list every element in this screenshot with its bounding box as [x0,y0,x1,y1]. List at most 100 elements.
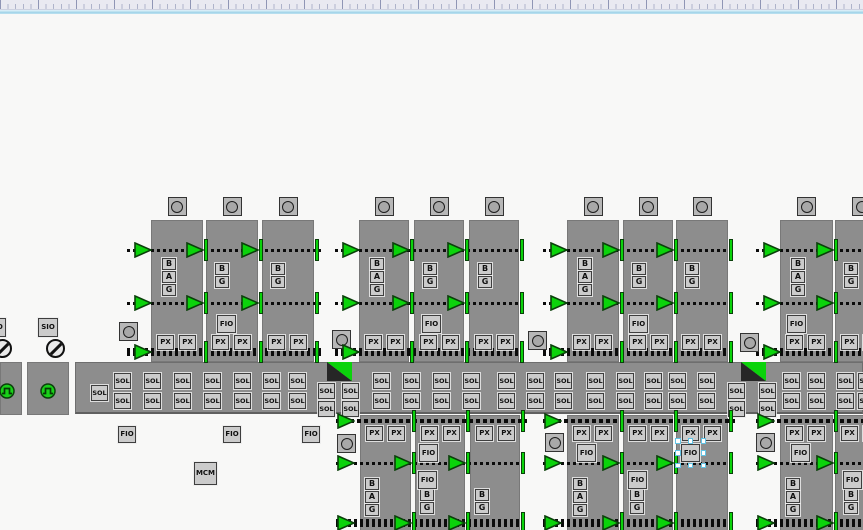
selection-handle[interactable] [701,463,707,469]
bag-letter-box[interactable]: G [573,504,587,516]
fio-box[interactable]: FIO [419,444,438,462]
sol-box[interactable]: SOL [837,373,854,389]
bag-letter-box[interactable]: B [423,263,437,275]
bag-letter-box[interactable]: B [475,489,489,501]
bag-letter-box[interactable]: B [271,263,285,275]
pulse-circle-icon[interactable] [40,383,56,399]
px-box[interactable]: PX [420,335,437,350]
bag-letter-box[interactable]: A [578,271,592,283]
sol-box[interactable]: SOL [234,373,251,389]
bag-letter-box[interactable]: A [573,491,587,503]
px-box[interactable]: PX [573,335,590,350]
selection-handle[interactable] [688,438,694,444]
px-box[interactable]: PX [366,426,383,441]
sol-box[interactable]: SOL [114,393,131,409]
px-box[interactable]: PX [808,426,825,441]
bag-letter-box[interactable]: B [632,263,646,275]
px-box[interactable]: PX [595,426,612,441]
sol-box[interactable]: SOL [698,373,715,389]
selection-handle[interactable] [688,463,694,469]
sol-box[interactable]: SOL [783,373,800,389]
motor-circle-icon[interactable] [223,197,242,216]
bag-letter-box[interactable]: G [365,504,379,516]
diverter-flap-icon[interactable] [327,362,352,381]
sol-box[interactable]: SOL [463,393,480,409]
bag-letter-box[interactable]: B [370,258,384,270]
px-box[interactable]: PX [841,335,858,350]
sol-box[interactable]: SOL [858,393,863,409]
sol-box[interactable]: SOL [144,393,161,409]
bag-letter-box[interactable]: B [786,478,800,490]
px-box[interactable]: PX [476,426,493,441]
sol-box[interactable]: SOL [234,393,251,409]
station-circle-icon[interactable] [545,433,564,452]
bag-letter-box[interactable]: G [844,502,858,514]
sol-box[interactable]: SOL [587,393,604,409]
sol-box[interactable]: SOL [669,393,686,409]
sol-box[interactable]: SOL [645,373,662,389]
px-box[interactable]: PX [268,335,285,350]
px-box[interactable]: PX [387,335,404,350]
px-box[interactable]: PX [421,426,438,441]
mcm-box[interactable]: MCM [194,462,217,485]
sol-box[interactable]: SOL [617,393,634,409]
bag-letter-box[interactable]: G [162,284,176,296]
px-box[interactable]: PX [365,335,382,350]
sol-box[interactable]: SOL [617,373,634,389]
sol-box[interactable]: SOL [587,373,604,389]
fio-box[interactable]: FIO [302,426,320,443]
sol-box[interactable]: SOL [289,373,306,389]
px-box[interactable]: PX [498,426,515,441]
px-box[interactable]: PX [497,335,514,350]
sio-box[interactable]: SIO [38,318,58,337]
no-entry-icon[interactable] [0,339,12,358]
bag-letter-box[interactable]: B [844,263,858,275]
motor-circle-icon[interactable] [168,197,187,216]
fio-box[interactable]: FIO [118,426,136,443]
bag-letter-box[interactable]: G [420,502,434,514]
sol-box[interactable]: SOL [858,373,863,389]
px-box[interactable]: PX [179,335,196,350]
fio-box[interactable]: FIO [577,444,596,462]
motor-circle-icon[interactable] [430,197,449,216]
sol-box[interactable]: SOL [174,373,191,389]
px-box[interactable]: PX [808,335,825,350]
px-box[interactable]: PX [629,335,646,350]
px-box[interactable]: PX [629,426,646,441]
bag-letter-box[interactable]: B [578,258,592,270]
fio-box[interactable]: FIO [217,315,236,333]
sol-box[interactable]: SOL [144,373,161,389]
sol-box[interactable]: SOL [698,393,715,409]
sol-box[interactable]: SOL [555,393,572,409]
station-circle-icon[interactable] [119,322,138,341]
motor-circle-icon[interactable] [852,197,863,216]
px-box[interactable]: PX [841,426,858,441]
fio-box[interactable]: FIO [791,444,810,462]
bag-letter-box[interactable]: G [478,276,492,288]
sol-box[interactable]: SOL [91,385,108,401]
px-box[interactable]: PX [157,335,174,350]
motor-circle-icon[interactable] [375,197,394,216]
px-box[interactable]: PX [290,335,307,350]
bag-letter-box[interactable]: B [162,258,176,270]
px-box[interactable]: PX [651,426,668,441]
px-box[interactable]: PX [475,335,492,350]
bag-letter-box[interactable]: B [420,489,434,501]
motor-circle-icon[interactable] [584,197,603,216]
px-box[interactable]: PX [388,426,405,441]
bag-letter-box[interactable]: G [685,276,699,288]
sol-box[interactable]: SOL [463,373,480,389]
px-box[interactable]: PX [704,335,721,350]
px-box[interactable]: PX [704,426,721,441]
sol-box[interactable]: SOL [318,383,335,399]
bag-letter-box[interactable]: G [215,276,229,288]
bag-letter-box[interactable]: G [786,504,800,516]
station-circle-icon[interactable] [756,433,775,452]
fio-box[interactable]: FIO [422,315,441,333]
bag-letter-box[interactable]: B [630,489,644,501]
diverter-flap-icon[interactable] [741,362,766,381]
px-box[interactable]: PX [682,335,699,350]
sol-box[interactable]: SOL [527,393,544,409]
sol-box[interactable]: SOL [373,393,390,409]
sol-box[interactable]: SOL [498,393,515,409]
